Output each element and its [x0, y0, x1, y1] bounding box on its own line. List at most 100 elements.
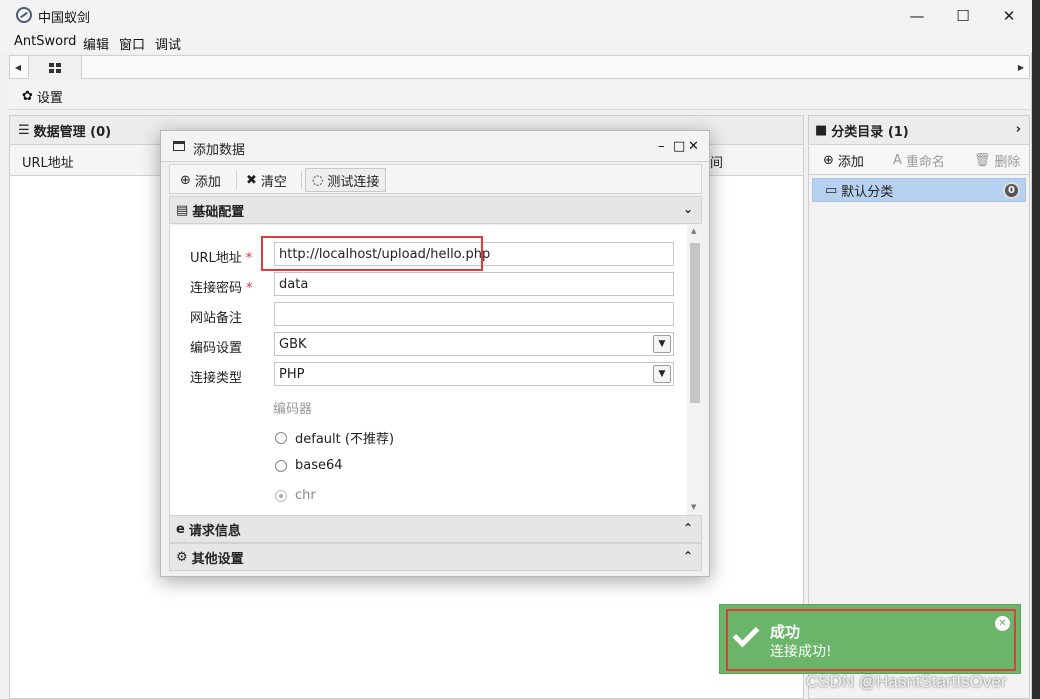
list-icon: ☰ [18, 122, 30, 138]
menu-window[interactable]: 窗口 [119, 34, 145, 53]
encoder-option-default[interactable]: default (不推荐) [275, 428, 394, 447]
gears-icon: ⚙ [176, 549, 188, 565]
encoder-option-label: default (不推荐) [295, 432, 395, 447]
window-title: 中国蚁剑 [38, 11, 91, 26]
chevron-up-icon: ⌃ [682, 521, 693, 535]
collapse-chevron-icon[interactable]: › [1016, 122, 1021, 137]
main-toolbar: ✿ 设置 [9, 80, 1030, 110]
chevron-up-icon: ⌃ [682, 549, 693, 563]
add-data-dialog: 添加数据 – □ ✕ ⊕ 添加 ✖ 清空 ◌ 测试连接 ▤ 基础配置 ⌄ URL… [160, 130, 710, 577]
password-input[interactable] [274, 272, 674, 296]
section-request-info[interactable]: e 请求信息 ⌃ [169, 515, 702, 543]
dialog-test-connection-button[interactable]: ◌ 测试连接 [305, 168, 387, 192]
dialog-titlebar: 添加数据 – □ ✕ [161, 131, 709, 162]
type-value: PHP [279, 367, 305, 382]
category-panel-header: ■ 分类目录 (1) › [809, 116, 1029, 145]
title-bar: 中国蚁剑 — ☐ ✕ [0, 0, 1032, 31]
password-label: 连接密码 * [190, 277, 253, 296]
required-mark: * [245, 251, 253, 266]
minimize-button[interactable]: — [894, 0, 940, 31]
category-add-button[interactable]: ⊕ 添加 [823, 151, 864, 170]
required-mark: * [246, 281, 253, 296]
category-item-default[interactable]: ▭ 默认分类 0 [812, 178, 1026, 202]
section-request-label: 请求信息 [188, 523, 241, 539]
menu-bar: AntSword 编辑 窗口 调试 [0, 31, 1032, 53]
grid-icon [49, 62, 61, 73]
section-basic-config[interactable]: ▤ 基础配置 ⌄ [169, 196, 702, 224]
radio-icon [275, 459, 287, 472]
chevron-down-icon: ▼ [653, 365, 671, 383]
column-time[interactable]: 间 [710, 152, 723, 171]
toolbar-divider [301, 171, 302, 189]
password-label-text: 连接密码 [190, 281, 243, 296]
encoder-label: 编码器 [273, 402, 313, 417]
tab-scroll-right-icon[interactable]: ▶ [1013, 56, 1029, 78]
category-rename-label: 重命名 [905, 155, 945, 170]
tab-scroll-left-icon[interactable]: ◀ [10, 56, 26, 78]
document-icon: ▤ [176, 202, 189, 218]
close-icon: ✖ [246, 172, 257, 188]
encoder-option-chr[interactable]: chr [275, 488, 316, 503]
category-toolbar: ⊕ 添加 A 重命名 🗑 删除 [809, 145, 1029, 175]
category-count-badge: 0 [1003, 182, 1020, 199]
type-label: 连接类型 [190, 371, 243, 386]
tab-home[interactable] [28, 55, 82, 79]
dialog-add-button[interactable]: ⊕ 添加 [174, 168, 227, 192]
category-rename-button[interactable]: A 重命名 [893, 151, 945, 170]
url-highlight-box [261, 236, 483, 271]
trash-icon: 🗑 [974, 153, 991, 168]
scrollbar-thumb[interactable] [690, 243, 700, 403]
category-delete-button[interactable]: 🗑 删除 [974, 151, 1021, 170]
menu-antsword[interactable]: AntSword [14, 34, 76, 49]
close-window-button[interactable]: ✕ [986, 0, 1032, 31]
tab-strip: ◀ ▶ [9, 55, 1030, 79]
menu-debug[interactable]: 调试 [155, 34, 181, 53]
dialog-add-label: 添加 [194, 174, 221, 190]
dialog-title: 添加数据 [193, 143, 246, 158]
section-other-label: 其他设置 [191, 551, 244, 567]
spinner-icon: ◌ [312, 172, 324, 188]
type-select[interactable]: PHP ▼ [274, 362, 674, 386]
chevron-down-icon: ▼ [653, 335, 671, 353]
scroll-down-icon[interactable]: ▼ [691, 503, 696, 511]
settings-button[interactable]: ✿ 设置 [22, 87, 63, 106]
dialog-toolbar: ⊕ 添加 ✖ 清空 ◌ 测试连接 [169, 164, 702, 194]
category-panel-title: 分类目录 (1) [831, 124, 909, 140]
antsword-window: 中国蚁剑 — ☐ ✕ AntSword 编辑 窗口 调试 ◀ ▶ ✿ 设置 ☰ … [0, 0, 1032, 699]
column-url[interactable]: URL地址 [22, 152, 74, 171]
dialog-maximize-button[interactable]: □ [673, 139, 685, 154]
scroll-up-icon[interactable]: ▲ [691, 227, 696, 235]
dialog-test-label: 测试连接 [327, 174, 380, 190]
encoding-label: 编码设置 [190, 341, 243, 356]
section-basic-label: 基础配置 [192, 204, 245, 220]
dialog-close-button[interactable]: ✕ [688, 139, 699, 154]
maximize-button[interactable]: ☐ [940, 0, 986, 31]
window-icon [173, 141, 185, 151]
plus-circle-icon: ⊕ [823, 153, 834, 168]
radio-icon [275, 431, 287, 444]
note-label: 网站备注 [190, 311, 243, 326]
ie-icon: e [176, 521, 185, 537]
dialog-minimize-button[interactable]: – [658, 139, 665, 154]
encoding-select[interactable]: GBK ▼ [274, 332, 674, 356]
encoding-value: GBK [279, 337, 307, 352]
dialog-clear-button[interactable]: ✖ 清空 [240, 168, 293, 192]
antsword-logo-icon [16, 7, 32, 23]
encoder-option-base64[interactable]: base64 [275, 458, 343, 473]
note-input[interactable] [274, 302, 674, 326]
chevron-down-icon: ⌄ [682, 202, 693, 216]
folder-open-icon: ▭ [825, 182, 838, 198]
csdn-watermark: CSDN @HasntStartIsOver [806, 672, 1007, 691]
encoder-option-label: chr [295, 488, 316, 503]
category-item-label: 默认分类 [841, 184, 894, 200]
toolbar-divider [236, 171, 237, 189]
radio-checked-icon [275, 489, 287, 502]
desktop-background [1032, 0, 1040, 699]
url-label: URL地址 * [190, 247, 252, 266]
toast-highlight-box [726, 609, 1016, 671]
section-other-settings[interactable]: ⚙ 其他设置 ⌃ [169, 543, 702, 571]
form-scrollbar[interactable]: ▲ ▼ [687, 225, 702, 515]
dialog-clear-label: 清空 [260, 174, 287, 190]
menu-edit[interactable]: 编辑 [83, 34, 109, 53]
plus-circle-icon: ⊕ [180, 172, 191, 188]
